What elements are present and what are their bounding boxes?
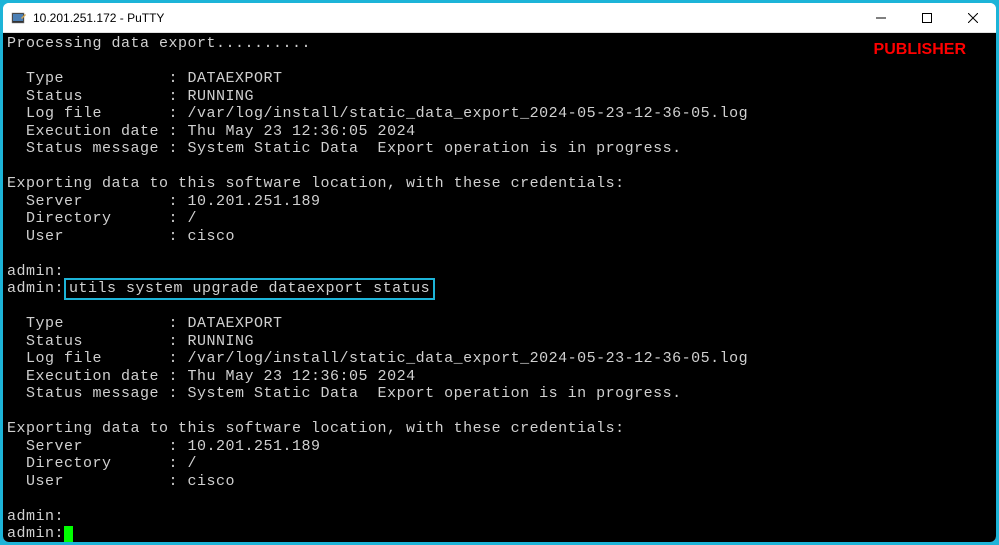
- output-line: Status message : System Static Data Expo…: [7, 385, 992, 403]
- output-line: Type : DATAEXPORT: [7, 315, 992, 333]
- output-line: Status : RUNNING: [7, 88, 992, 106]
- window-controls: [858, 3, 996, 32]
- output-line: Status message : System Static Data Expo…: [7, 140, 992, 158]
- output-line: Type : DATAEXPORT: [7, 70, 992, 88]
- terminal-area[interactable]: PUBLISHER Processing data export........…: [3, 33, 996, 542]
- putty-icon: [11, 10, 27, 26]
- output-line: Directory : /: [7, 455, 992, 473]
- output-line: Exporting data to this software location…: [7, 175, 992, 193]
- cursor-icon: [64, 526, 73, 542]
- output-line: User : cisco: [7, 228, 992, 246]
- output-line: [7, 53, 992, 71]
- prompt-line: admin:: [7, 525, 992, 542]
- output-line: Server : 10.201.251.189: [7, 193, 992, 211]
- close-button[interactable]: [950, 3, 996, 32]
- output-line: [7, 158, 992, 176]
- output-line: Execution date : Thu May 23 12:36:05 202…: [7, 368, 992, 386]
- window-title: 10.201.251.172 - PuTTY: [33, 11, 858, 25]
- output-line: Status : RUNNING: [7, 333, 992, 351]
- minimize-button[interactable]: [858, 3, 904, 32]
- titlebar[interactable]: 10.201.251.172 - PuTTY: [3, 3, 996, 33]
- output-line: Exporting data to this software location…: [7, 420, 992, 438]
- output-line: Processing data export..........: [7, 35, 992, 53]
- maximize-button[interactable]: [904, 3, 950, 32]
- output-line: Execution date : Thu May 23 12:36:05 202…: [7, 123, 992, 141]
- output-line: Log file : /var/log/install/static_data_…: [7, 105, 992, 123]
- publisher-label: PUBLISHER: [874, 41, 966, 59]
- output-line: [7, 298, 992, 316]
- output-line: User : cisco: [7, 473, 992, 491]
- output-line: [7, 490, 992, 508]
- prompt-line: admin:: [7, 508, 992, 526]
- output-line: Server : 10.201.251.189: [7, 438, 992, 456]
- output-line: [7, 245, 992, 263]
- highlighted-command: utils system upgrade dataexport status: [64, 278, 435, 300]
- putty-window: 10.201.251.172 - PuTTY PUBLISHER Process…: [3, 3, 996, 542]
- output-line: Directory : /: [7, 210, 992, 228]
- output-line: [7, 403, 992, 421]
- command-line: admin:utils system upgrade dataexport st…: [7, 280, 992, 298]
- output-line: Log file : /var/log/install/static_data_…: [7, 350, 992, 368]
